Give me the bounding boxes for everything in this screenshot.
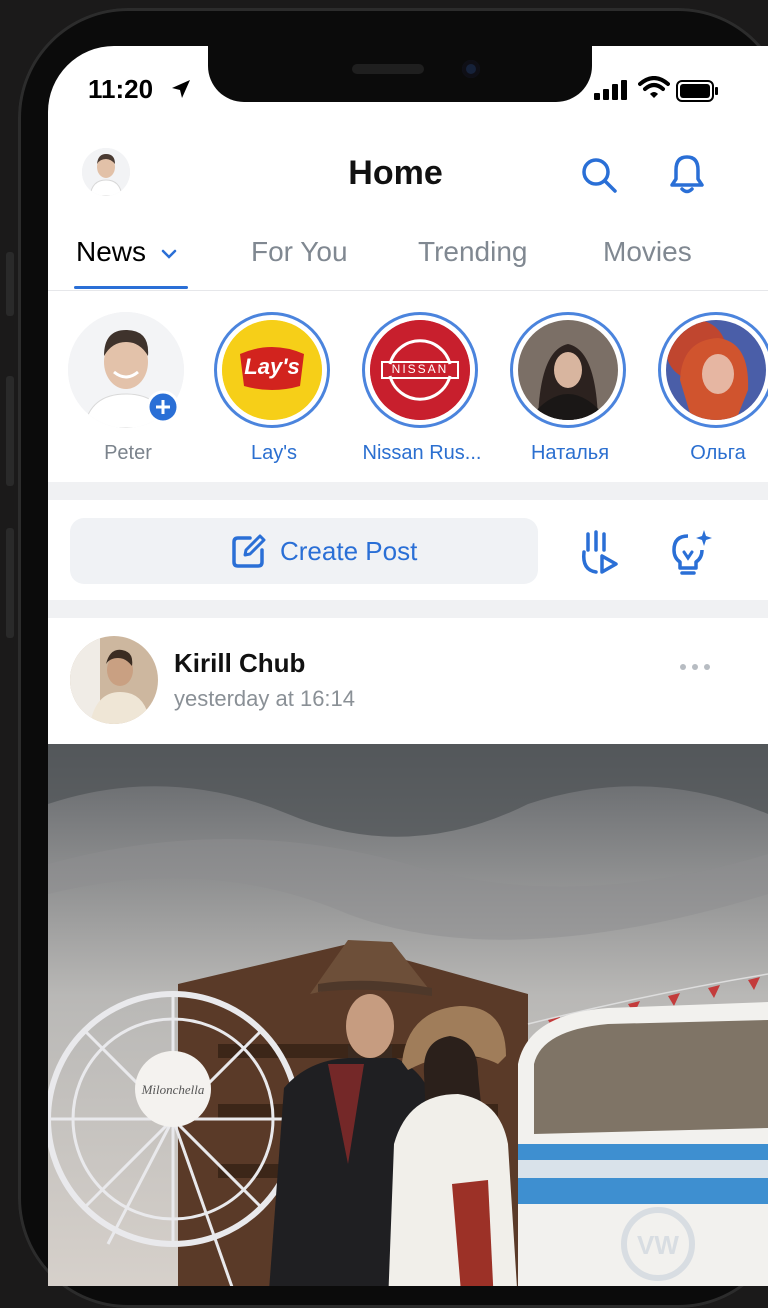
story-ring [658, 312, 768, 428]
page-title: Home [348, 154, 443, 192]
story-label: Наталья [530, 442, 610, 464]
wheel-sign-text: Milonchella [141, 1082, 205, 1097]
volume-up-button [6, 376, 14, 486]
location-arrow-icon [172, 80, 190, 98]
create-post-label: Create Post [280, 536, 418, 566]
phone-speaker [352, 64, 424, 74]
story-label: Peter [104, 442, 152, 464]
active-tab-indicator [74, 286, 188, 289]
compose-icon [232, 534, 266, 568]
post-header: Kirill Chub yesterday at 16:14 [48, 618, 768, 728]
story-nissan[interactable]: NISSAN Nissan Rus... [362, 312, 482, 464]
post-author-avatar[interactable] [70, 636, 158, 724]
search-icon[interactable] [578, 154, 620, 196]
mute-switch [6, 252, 14, 316]
volume-down-button [6, 528, 14, 638]
story-label: Ольга [690, 442, 746, 464]
story-photo [518, 320, 618, 420]
signal-icon [594, 80, 627, 100]
clips-icon[interactable] [578, 530, 622, 576]
tab-movies[interactable]: Movies [603, 236, 692, 268]
status-time: 11:20 [88, 74, 154, 104]
story-ring: Lay's [214, 312, 330, 428]
chevron-down-icon [161, 249, 177, 259]
story-lays[interactable]: Lay's Lay's [214, 312, 334, 464]
story-ring: NISSAN [362, 312, 478, 428]
tab-trending[interactable]: Trending [418, 236, 527, 268]
post-author-name[interactable]: Kirill Chub [174, 648, 305, 679]
create-post-button[interactable]: Create Post [70, 518, 538, 584]
svg-text:VW: VW [637, 1230, 679, 1260]
nissan-logo: NISSAN [370, 320, 470, 420]
story-photo [666, 320, 766, 420]
nissan-logo-text: NISSAN [391, 362, 449, 376]
section-divider [48, 482, 768, 500]
feed-tabs: News For You Trending Movies [48, 224, 768, 291]
tab-news[interactable]: News [76, 236, 178, 268]
more-options-icon[interactable] [678, 662, 712, 672]
phone-notch [208, 46, 592, 102]
app-screen: 11:20 Home News For You Trending Movies … [48, 46, 768, 1286]
lays-logo: Lay's [222, 320, 322, 420]
lightbulb-sparkle-icon[interactable] [666, 528, 712, 576]
post-timestamp: yesterday at 16:14 [174, 686, 356, 711]
add-story-icon[interactable] [146, 390, 180, 424]
battery-icon [676, 80, 718, 102]
lays-logo-text: Lay's [244, 354, 300, 379]
wifi-icon [638, 76, 670, 98]
story-peter[interactable]: Peter [68, 312, 188, 464]
story-ring [510, 312, 626, 428]
stories-row: Peter Lay's Lay's NISSAN Nissan Rus... Н… [48, 300, 768, 480]
story-natalya[interactable]: Наталья [510, 312, 630, 464]
tab-for-you[interactable]: For You [251, 236, 348, 268]
bell-icon[interactable] [666, 152, 708, 196]
post-image[interactable]: Milonchella VW [48, 744, 768, 1286]
front-camera [462, 60, 480, 78]
tab-label: News [76, 236, 147, 267]
section-divider [48, 600, 768, 618]
app-header: Home [48, 138, 768, 218]
story-label: Lay's [250, 442, 298, 464]
story-label: Nissan Rus... [362, 442, 482, 464]
story-olga[interactable]: Ольга [658, 312, 768, 464]
